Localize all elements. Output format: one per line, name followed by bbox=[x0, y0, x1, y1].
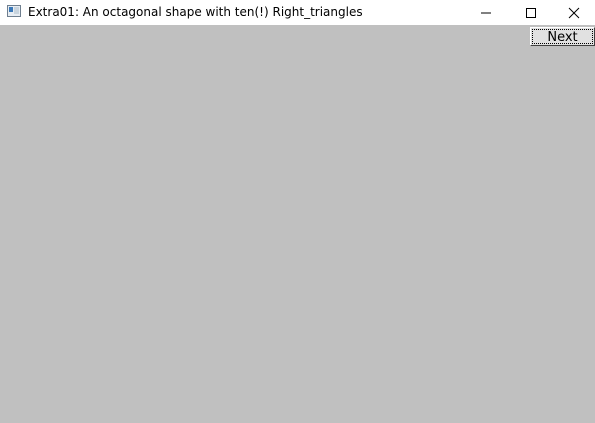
title-bar[interactable]: Extra01: An octagonal shape with ten(!) … bbox=[0, 0, 595, 25]
close-button[interactable] bbox=[553, 0, 595, 25]
close-icon bbox=[568, 7, 580, 18]
maximize-icon bbox=[525, 7, 536, 18]
drawing-canvas[interactable] bbox=[0, 25, 595, 423]
next-button[interactable]: Next bbox=[530, 27, 595, 46]
minimize-button[interactable] bbox=[463, 0, 508, 25]
maximize-button[interactable] bbox=[508, 0, 553, 25]
minimize-icon bbox=[480, 12, 491, 13]
window-title: Extra01: An octagonal shape with ten(!) … bbox=[28, 5, 363, 19]
window-app-icon[interactable] bbox=[7, 5, 21, 17]
